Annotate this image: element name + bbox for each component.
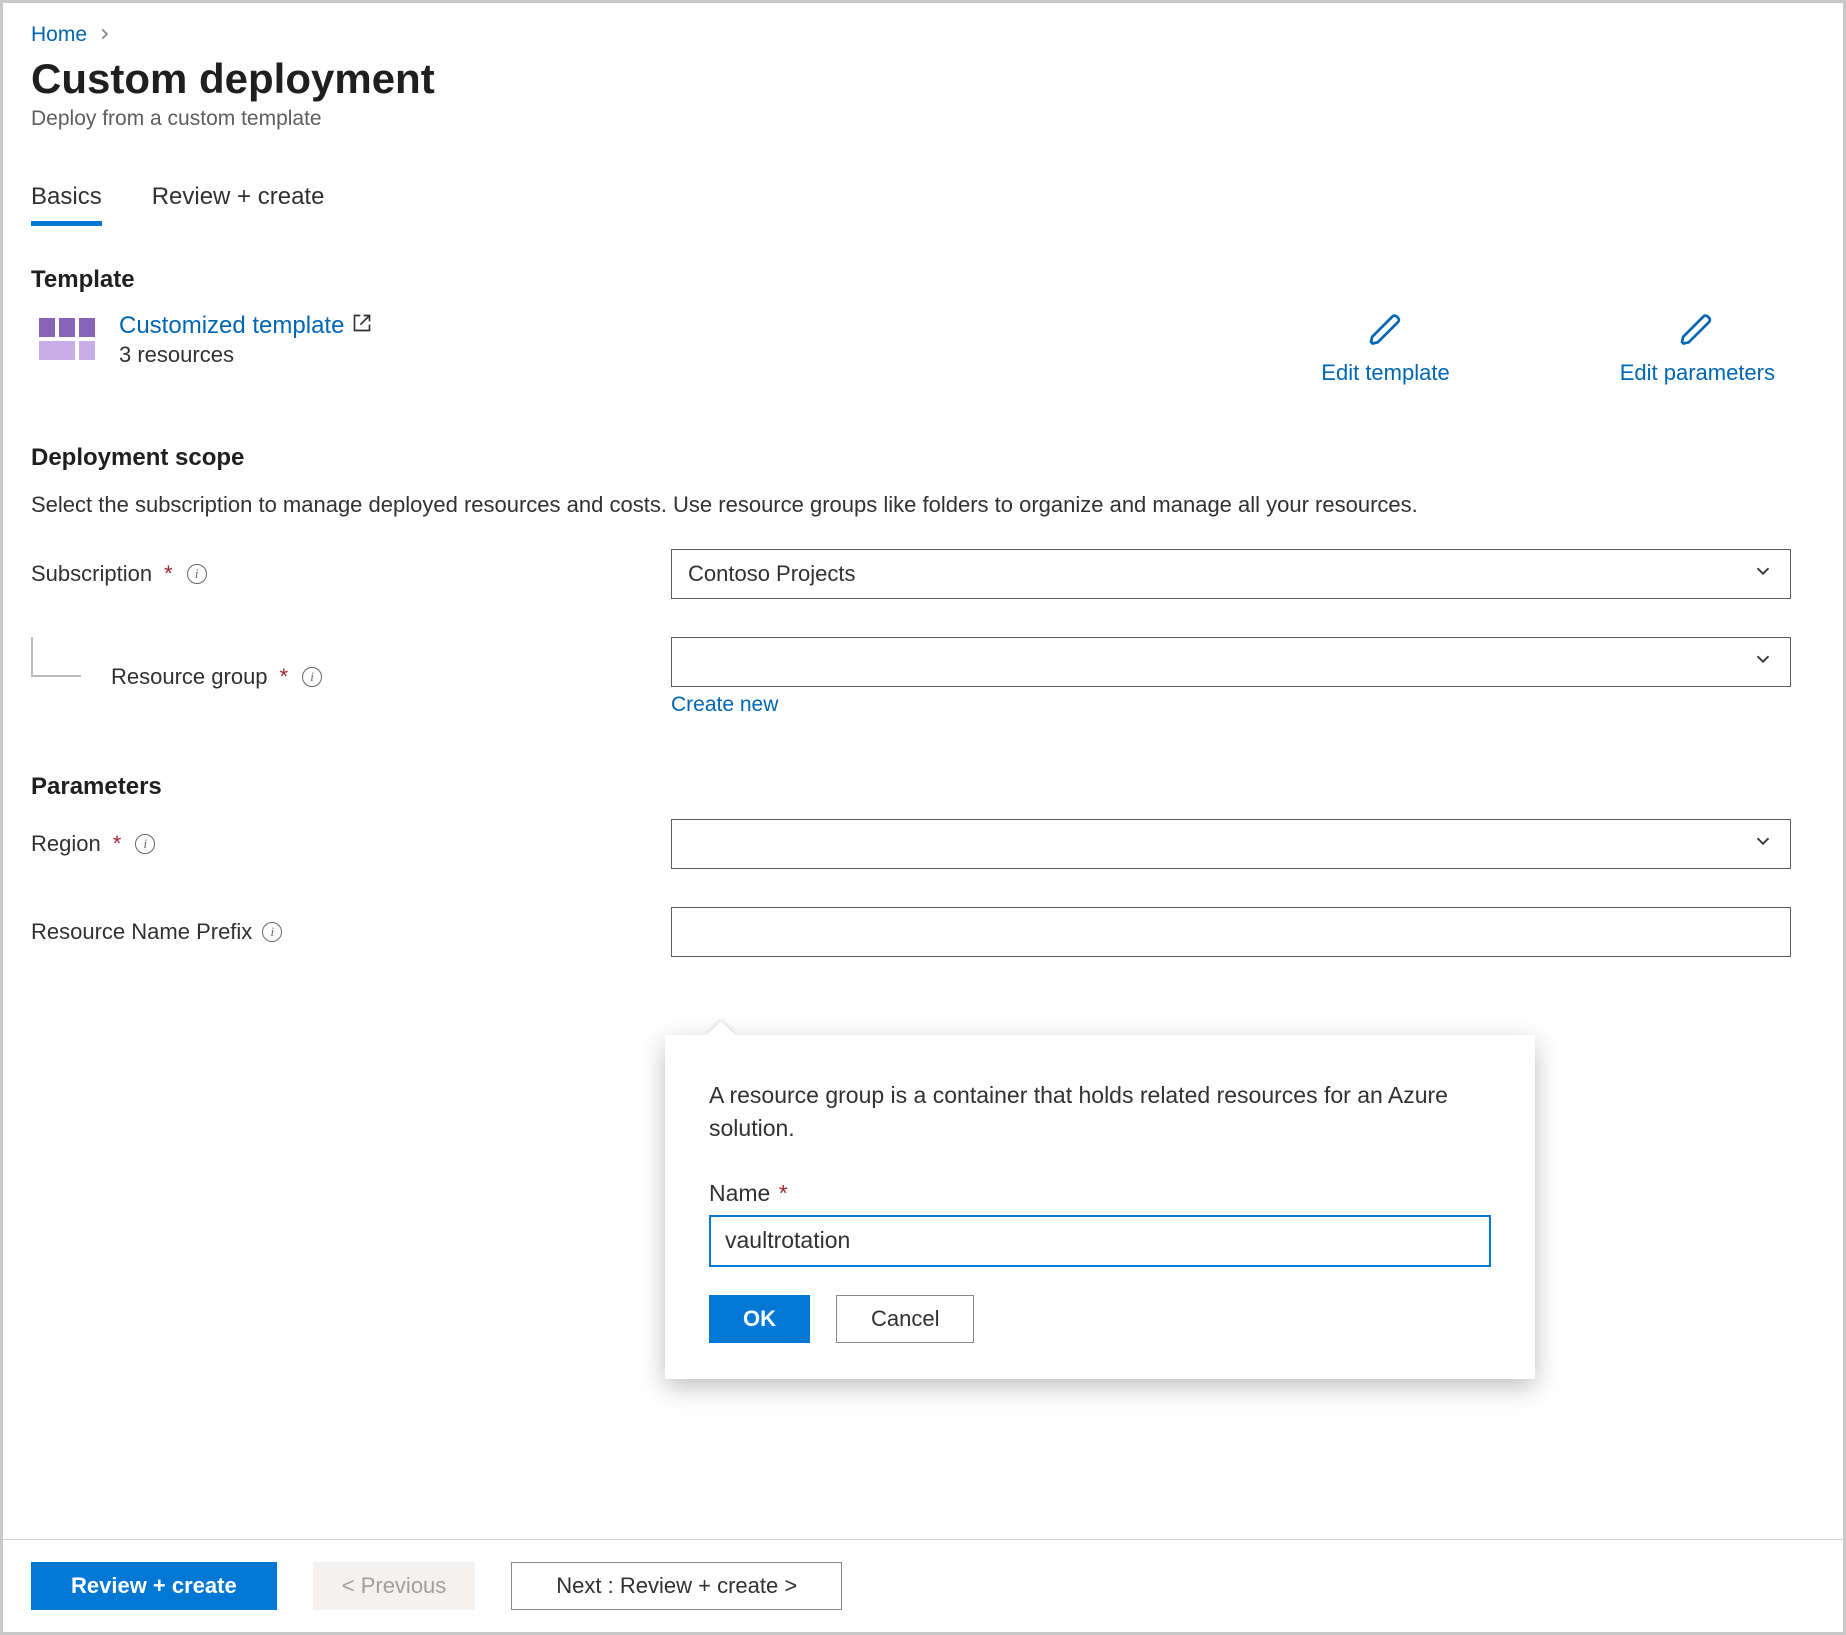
edit-template-button[interactable]: Edit template [1321,312,1449,386]
tabs: Basics Review + create [31,183,1815,226]
page-title: Custom deployment [31,55,1815,103]
template-resource-count: 3 resources [119,342,372,368]
subscription-select[interactable]: Contoso Projects [671,549,1791,599]
required-asterisk: * [113,831,122,857]
tree-branch-icon [31,637,81,677]
customized-template-link-text: Customized template [119,312,344,340]
section-template-title: Template [31,266,1815,294]
resource-name-prefix-label: Resource Name Prefix i [31,919,671,945]
edit-template-label: Edit template [1321,360,1449,386]
section-parameters-title: Parameters [31,773,1815,801]
chevron-down-icon [1752,648,1774,676]
required-asterisk: * [164,561,173,587]
template-icon [39,318,95,360]
footer-bar: Review + create < Previous Next : Review… [3,1539,1843,1632]
required-asterisk: * [779,1180,788,1206]
section-scope-title: Deployment scope [31,444,1815,472]
subscription-value: Contoso Projects [688,561,856,587]
cancel-button[interactable]: Cancel [836,1295,974,1343]
customized-template-link[interactable]: Customized template [119,312,372,340]
info-icon[interactable]: i [135,834,155,854]
info-icon[interactable]: i [262,922,282,942]
chevron-right-icon [97,25,111,46]
external-link-icon [352,312,372,340]
pencil-icon [1679,312,1715,354]
section-scope-description: Select the subscription to manage deploy… [31,490,1731,521]
chevron-down-icon [1752,560,1774,588]
previous-button: < Previous [313,1562,476,1610]
review-create-button[interactable]: Review + create [31,1562,277,1610]
create-resource-group-popover: A resource group is a container that hol… [665,1035,1535,1379]
resource-group-label-text: Resource group [111,664,268,690]
resource-group-label: Resource group * i [31,664,671,690]
region-label-text: Region [31,831,101,857]
resource-group-select[interactable] [671,637,1791,687]
tab-review-create[interactable]: Review + create [152,183,325,226]
breadcrumb-home-link[interactable]: Home [31,23,87,47]
next-button[interactable]: Next : Review + create > [511,1562,842,1610]
create-new-link[interactable]: Create new [671,693,778,717]
required-asterisk: * [280,664,289,690]
resource-name-prefix-label-text: Resource Name Prefix [31,919,252,945]
chevron-down-icon [1752,830,1774,858]
resource-name-prefix-input[interactable] [671,907,1791,957]
tab-basics[interactable]: Basics [31,183,102,226]
popover-name-label-text: Name [709,1180,770,1206]
subscription-label-text: Subscription [31,561,152,587]
popover-description: A resource group is a container that hol… [709,1079,1491,1146]
pencil-icon [1368,312,1404,354]
region-label: Region * i [31,831,671,857]
popover-name-label: Name * [709,1180,1491,1207]
region-select[interactable] [671,819,1791,869]
edit-parameters-button[interactable]: Edit parameters [1620,312,1775,386]
resource-group-name-input[interactable] [709,1215,1491,1267]
breadcrumb: Home [31,23,1815,47]
subscription-label: Subscription * i [31,561,671,587]
ok-button[interactable]: OK [709,1295,810,1343]
info-icon[interactable]: i [187,564,207,584]
page-subtitle: Deploy from a custom template [31,107,1815,131]
edit-parameters-label: Edit parameters [1620,360,1775,386]
info-icon[interactable]: i [302,667,322,687]
